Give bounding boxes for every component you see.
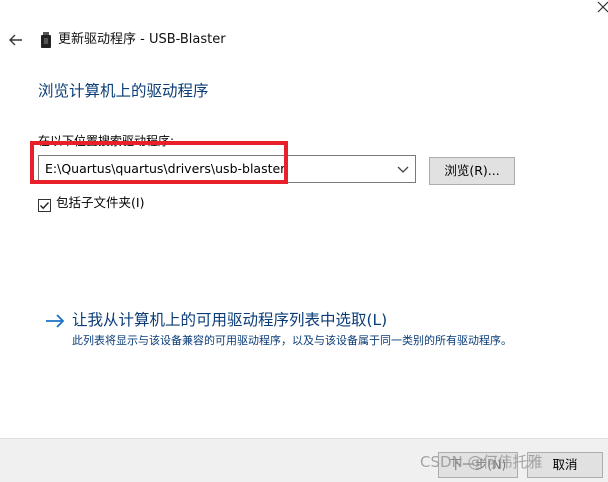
back-button[interactable] [6, 30, 26, 50]
pick-from-list-link[interactable]: 让我从计算机上的可用驱动程序列表中选取(L) [72, 309, 387, 331]
right-arrow-icon[interactable] [44, 312, 66, 330]
driver-path-value: E:\Quartus\quartus\drivers\usb-blaster [45, 161, 286, 176]
back-arrow-icon [9, 34, 22, 46]
browse-button[interactable]: 浏览(R)... [429, 157, 515, 185]
include-subfolders-label[interactable]: 包括子文件夹(I) [56, 195, 144, 211]
chevron-down-icon [397, 166, 409, 173]
search-location-label: 在以下位置搜索驱动程序: [38, 134, 175, 148]
header: 更新驱动程序 - USB-Blaster [0, 0, 608, 80]
page-heading: 浏览计算机上的驱动程序 [38, 82, 209, 100]
cancel-button[interactable]: 取消 [527, 452, 603, 478]
next-button[interactable]: 下一步(N) [438, 452, 518, 478]
close-icon[interactable] [594, 0, 608, 16]
dropdown-button[interactable] [393, 158, 413, 180]
include-subfolders-checkbox[interactable] [38, 197, 51, 212]
usb-device-icon [40, 32, 52, 48]
pick-from-list-description: 此列表将显示与该设备兼容的可用驱动程序，以及与该设备属于同一类别的所有驱动程序。 [72, 334, 512, 347]
driver-path-combobox[interactable]: E:\Quartus\quartus\drivers\usb-blaster [38, 155, 416, 183]
checkmark-icon [38, 199, 51, 212]
window-title: 更新驱动程序 - USB-Blaster [58, 32, 226, 47]
